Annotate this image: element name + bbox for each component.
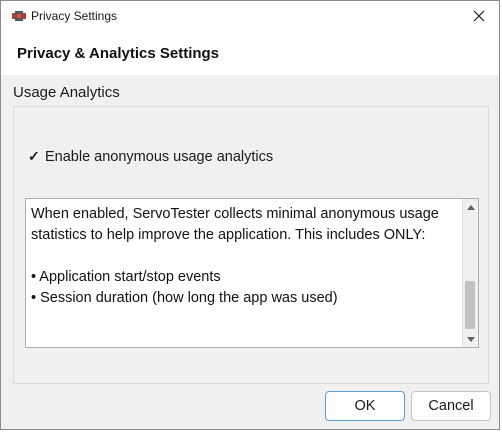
close-button[interactable] [459, 1, 499, 31]
scroll-thumb[interactable] [465, 281, 475, 329]
arrow-up-icon [466, 204, 475, 210]
analytics-checkbox[interactable]: ✓ Enable anonymous usage analytics [28, 148, 274, 165]
vertical-scrollbar[interactable] [462, 199, 478, 347]
close-icon [473, 10, 485, 22]
scroll-up-button[interactable] [463, 199, 478, 215]
analytics-checkbox-label: Enable anonymous usage analytics [45, 149, 274, 165]
window-title: Privacy Settings [31, 9, 118, 23]
group-label: Usage Analytics [13, 84, 120, 101]
description-text: When enabled, ServoTester collects minim… [31, 206, 439, 306]
servo-app-icon [12, 11, 26, 21]
header-band: Privacy & Analytics Settings [1, 31, 499, 75]
privacy-settings-dialog: Privacy Settings Privacy & Analytics Set… [0, 0, 500, 430]
usage-analytics-group: ✓ Enable anonymous usage analytics When … [13, 106, 489, 384]
check-mark-icon: ✓ [28, 148, 40, 164]
arrow-down-icon [466, 336, 475, 342]
description-textbox[interactable]: When enabled, ServoTester collects minim… [25, 198, 479, 348]
title-bar: Privacy Settings [1, 1, 499, 31]
cancel-button[interactable]: Cancel [411, 391, 491, 421]
page-title: Privacy & Analytics Settings [17, 45, 220, 62]
ok-button[interactable]: OK [325, 391, 405, 421]
scroll-down-button[interactable] [463, 331, 478, 347]
